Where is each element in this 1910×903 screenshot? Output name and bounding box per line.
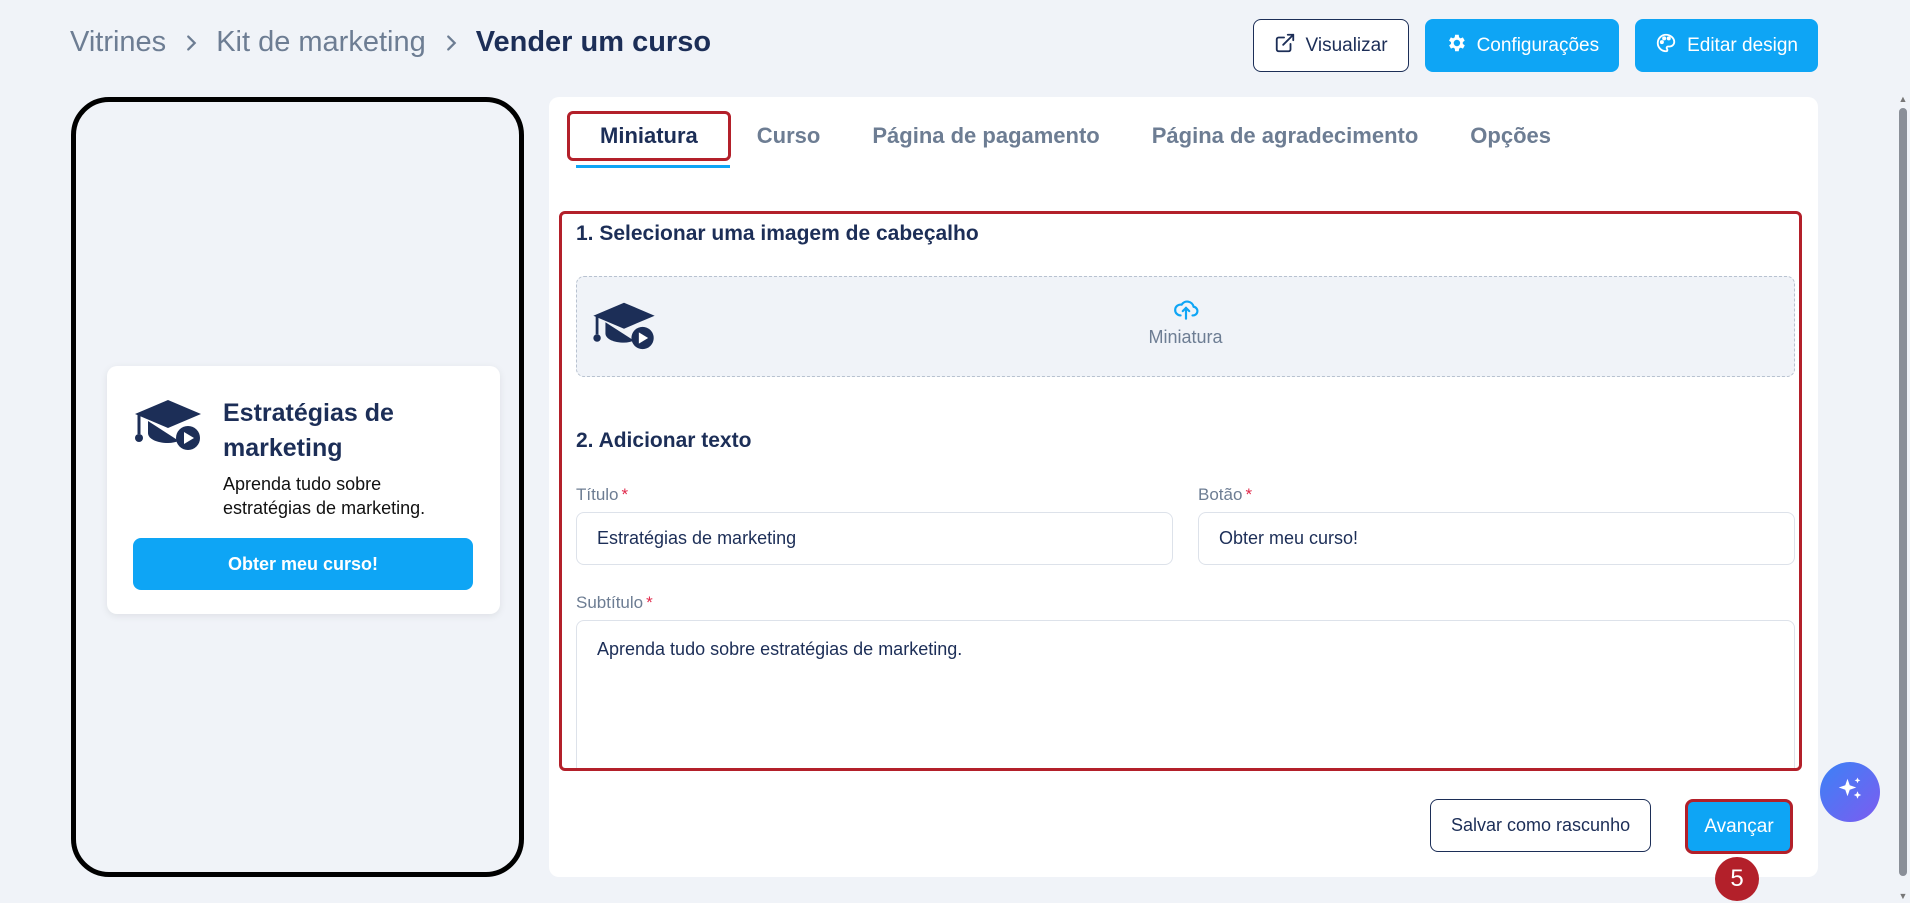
thumbnail-form: 1. Selecionar uma imagem de cabeçalho Mi…	[559, 211, 1802, 771]
editor-panel: Miniatura Curso Página de pagamento Pági…	[549, 97, 1818, 877]
cloud-upload-icon	[1173, 300, 1198, 320]
thumbnail-upload-area[interactable]: Miniatura	[576, 276, 1795, 377]
required-mark: *	[621, 485, 629, 504]
next-button[interactable]: Avançar	[1685, 799, 1793, 854]
chevron-right-icon	[180, 32, 202, 54]
title-field-label: Título *	[576, 485, 628, 505]
tab-opcoes[interactable]: Opções	[1444, 111, 1577, 161]
settings-button-label: Configurações	[1476, 34, 1600, 56]
preview-card-subtitle: Aprenda tudo sobre estratégias de market…	[223, 474, 426, 518]
tab-pagina-pagamento[interactable]: Página de pagamento	[846, 111, 1125, 161]
chevron-right-icon	[440, 32, 462, 54]
edit-design-button[interactable]: Editar design	[1635, 19, 1818, 72]
title-input[interactable]: Estratégias de marketing	[576, 512, 1173, 565]
scroll-down-arrow[interactable]: ▼	[1898, 891, 1908, 901]
preview-button-label: Visualizar	[1305, 34, 1388, 56]
mobile-preview: Estratégias de marketing Aprenda tudo so…	[71, 97, 524, 877]
upload-prompt[interactable]: Miniatura	[577, 297, 1794, 348]
preview-card-button[interactable]: Obter meu curso!	[133, 538, 473, 590]
save-draft-button[interactable]: Salvar como rascunho	[1430, 799, 1652, 852]
settings-button[interactable]: Configurações	[1424, 19, 1620, 72]
tab-curso[interactable]: Curso	[731, 111, 847, 161]
tab-pagina-agradecimento[interactable]: Página de agradecimento	[1126, 111, 1445, 161]
section-add-text-title: 2. Adicionar texto	[576, 429, 752, 452]
preview-card: Estratégias de marketing Aprenda tudo so…	[107, 366, 500, 614]
breadcrumb-item-vitrines[interactable]: Vitrines	[70, 26, 166, 59]
sparkles-icon	[1835, 775, 1865, 810]
scrollbar-thumb[interactable]	[1899, 108, 1907, 876]
button-label-text: Botão	[1198, 485, 1243, 504]
required-mark: *	[646, 593, 653, 612]
section-header-image-title: 1. Selecionar uma imagem de cabeçalho	[576, 222, 979, 245]
preview-card-title: Estratégias de marketing	[223, 399, 394, 462]
preview-button[interactable]: Visualizar	[1252, 19, 1409, 72]
upload-label: Miniatura	[1148, 327, 1223, 347]
step-badge: 5	[1715, 857, 1759, 901]
button-text-input[interactable]: Obter meu curso!	[1198, 512, 1795, 565]
required-mark: *	[1245, 485, 1253, 504]
subtitle-field-label: Subtítulo *	[576, 593, 653, 613]
subtitle-textarea[interactable]: Aprenda tudo sobre estratégias de market…	[576, 620, 1795, 768]
gear-icon	[1445, 32, 1467, 60]
page-title: Vender um curso	[475, 26, 712, 58]
button-field-label: Botão *	[1198, 485, 1252, 505]
breadcrumb: Vitrines Kit de marketing Vender um curs…	[70, 26, 711, 59]
ai-assistant-button[interactable]	[1820, 762, 1880, 822]
scroll-up-arrow[interactable]: ▲	[1898, 94, 1908, 104]
palette-icon	[1655, 32, 1677, 60]
subtitle-label-text: Subtítulo	[576, 593, 644, 612]
tab-bar: Miniatura Curso Página de pagamento Pági…	[567, 111, 1577, 168]
edit-design-button-label: Editar design	[1687, 34, 1798, 56]
title-label-text: Título	[576, 485, 619, 504]
tab-miniatura[interactable]: Miniatura	[567, 111, 731, 168]
external-link-icon	[1274, 32, 1296, 60]
header-actions: Visualizar Configurações Editar design	[1252, 19, 1818, 72]
graduation-cap-icon	[133, 396, 203, 520]
breadcrumb-item-kit-marketing[interactable]: Kit de marketing	[216, 26, 426, 59]
